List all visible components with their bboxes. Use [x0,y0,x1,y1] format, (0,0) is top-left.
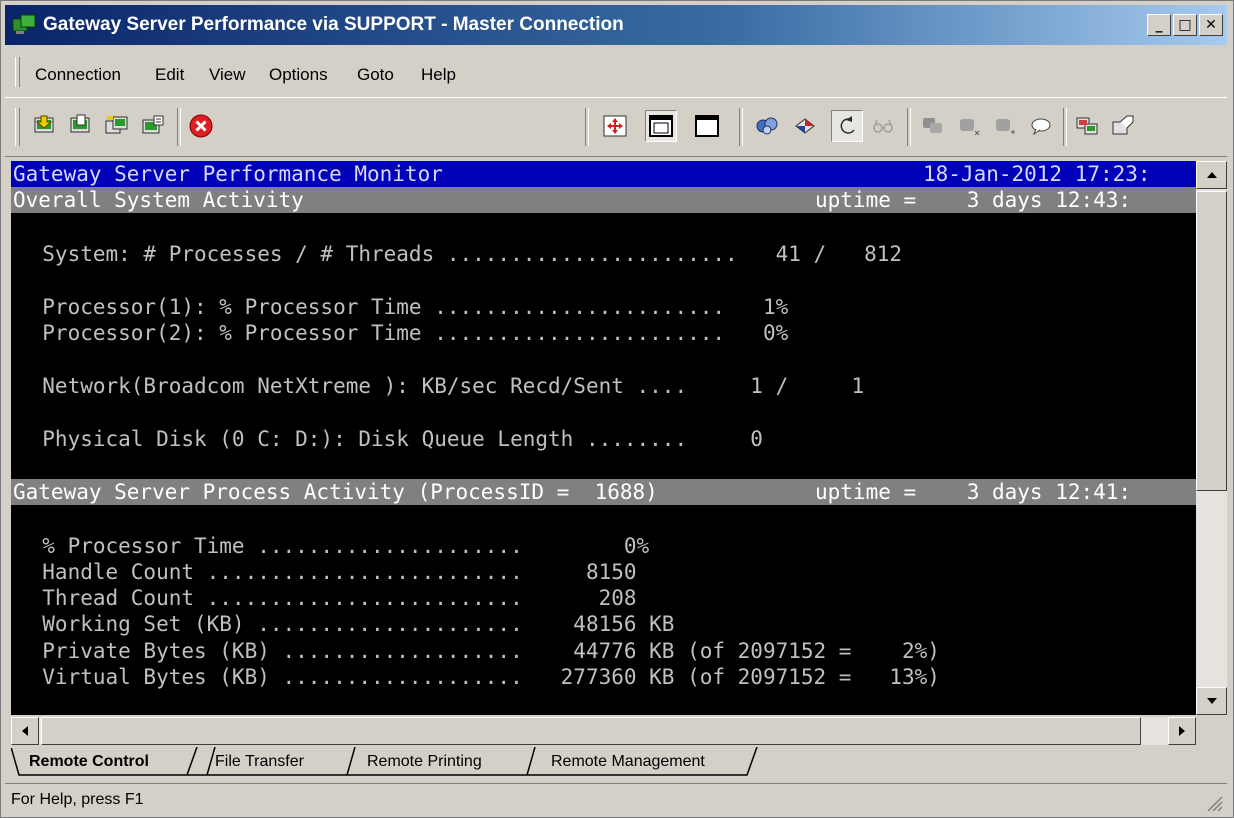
resize-grip-icon[interactable] [1203,792,1223,812]
arrow-up-icon [1206,172,1217,178]
toolbar-grip[interactable] [15,108,20,146]
menu-view[interactable]: View [209,65,246,85]
status-text: For Help, press F1 [11,791,144,808]
menu-grip[interactable] [15,57,20,87]
chat-icon[interactable] [917,110,949,142]
window-mode-icon[interactable] [645,110,677,142]
speech-icon[interactable] [1025,110,1057,142]
stat-line: Processor(1): % Processor Time .........… [17,295,789,319]
arrow-left-icon [22,726,28,736]
toolbar-separator [585,108,589,146]
stat-line: System: # Processes / # Threads ........… [17,242,903,266]
send-keys-icon[interactable] [751,110,783,142]
scroll-up-button[interactable] [1196,161,1227,189]
toolbar [5,97,1227,157]
toolbar-separator [907,108,911,146]
stat-line: Physical Disk (0 C: D:): Disk Queue Leng… [17,427,763,451]
terminal-screen[interactable]: Gateway Server Performance Monitor 18-Ja… [11,161,1196,715]
process-stat-line: Handle Count ......................... 8… [17,560,637,584]
stat-line: Network(Broadcom NetXtreme ): KB/sec Rec… [17,374,865,398]
help-icon[interactable] [1107,110,1139,142]
title-bar[interactable]: Gateway Server Performance via SUPPORT -… [5,5,1227,45]
tab-remote-printing[interactable]: Remote Printing [367,747,482,777]
arrow-down-icon [1206,698,1217,704]
clipboard-icon[interactable] [789,110,821,142]
menu-connection[interactable]: Connection [35,65,121,85]
process-activity-header: Gateway Server Process Activity (Process… [11,479,1196,505]
transfer-icon[interactable] [989,110,1021,142]
menu-options[interactable]: Options [269,65,328,85]
app-icon [12,14,36,34]
minimize-button[interactable]: _ [1147,14,1171,36]
system-activity-header: Overall System Activity uptime = 3 days … [11,187,1196,213]
system-activity-title: Overall System Activity [13,188,304,212]
horizontal-scroll-thumb[interactable] [41,717,1141,745]
stop-icon[interactable] [185,110,217,142]
window-title: Gateway Server Performance via SUPPORT -… [43,14,624,35]
stat-line: Processor(2): % Processor Time .........… [17,321,789,345]
system-uptime: uptime = 3 days 12:43: [815,188,1132,212]
close-button[interactable]: ✕ [1199,14,1223,36]
scroll-right-button[interactable] [1168,717,1196,745]
arrow-right-icon [1179,726,1185,736]
process-stat-line: Thread Count ......................... 2… [17,586,637,610]
remote-chat-icon[interactable] [953,110,985,142]
process-uptime: uptime = 3 days 12:41: [815,480,1132,504]
process-stat-line: % Processor Time ..................... 0… [17,534,650,558]
properties-icon[interactable] [137,110,169,142]
tab-remote-management[interactable]: Remote Management [551,747,705,777]
process-activity-title: Gateway Server Process Activity (Process… [13,480,658,504]
blank-screen-icon[interactable] [691,110,723,142]
toolbar-separator [739,108,743,146]
monitor-header: Gateway Server Performance Monitor 18-Ja… [11,161,1196,187]
tab-strip: Remote Control File Transfer Remote Prin… [11,747,1227,777]
view-only-icon[interactable] [867,110,899,142]
scroll-down-button[interactable] [1196,687,1227,715]
monitor-datetime: 18-Jan-2012 17:23: [923,162,1151,186]
process-stat-line: Virtual Bytes (KB) ................... 2… [17,665,940,689]
undo-icon[interactable] [831,110,863,142]
menu-goto[interactable]: Goto [357,65,394,85]
full-screen-icon[interactable] [599,110,631,142]
menu-edit[interactable]: Edit [155,65,184,85]
toolbar-separator [177,108,181,146]
vertical-scrollbar[interactable] [1196,161,1227,715]
monitor-title: Gateway Server Performance Monitor [13,162,443,186]
process-stat-line: Working Set (KB) ..................... 4… [17,612,675,636]
vertical-scroll-thumb[interactable] [1196,191,1227,491]
connect-icon[interactable] [29,110,61,142]
process-stat-line: Private Bytes (KB) ................... 4… [17,639,940,663]
status-bar: For Help, press F1 [5,783,1227,816]
menu-help[interactable]: Help [421,65,456,85]
toolbar-separator [1063,108,1067,146]
settings-icon[interactable] [1071,110,1103,142]
menu-bar: Connection Edit View Options Goto Help [5,51,1227,93]
horizontal-scrollbar[interactable] [11,717,1196,745]
app-window: Gateway Server Performance via SUPPORT -… [0,0,1234,818]
scroll-left-button[interactable] [11,717,39,745]
tab-remote-control[interactable]: Remote Control [29,747,149,777]
disconnect-icon[interactable] [65,110,97,142]
maximize-button[interactable]: □ [1173,14,1197,36]
connect-all-icon[interactable] [101,110,133,142]
tab-file-transfer[interactable]: File Transfer [215,747,304,777]
